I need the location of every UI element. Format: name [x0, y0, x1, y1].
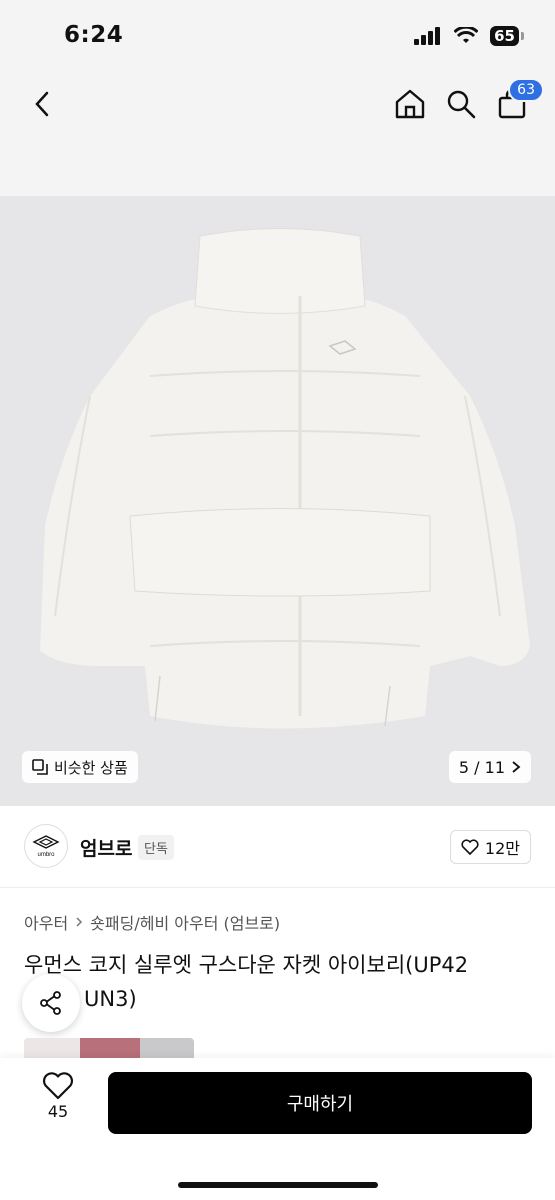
similar-products-button[interactable]: 비슷한 상품 [22, 751, 138, 783]
signal-icon [414, 27, 441, 45]
search-icon [447, 90, 476, 119]
battery-indicator: 65 [490, 26, 524, 46]
share-icon [40, 991, 61, 1015]
copy-icon [32, 759, 48, 775]
home-indicator [178, 1182, 378, 1188]
image-page-counter[interactable]: 5 / 11 [448, 751, 531, 783]
wishlist-button[interactable]: 45 [30, 1072, 86, 1121]
brand-name[interactable]: 엄브로 [80, 834, 132, 861]
cart-count-badge: 63 [508, 78, 544, 102]
similar-products-label: 비슷한 상품 [54, 758, 128, 777]
breadcrumb: 아우터 숏패딩/헤비 아우터 (엄브로) [24, 910, 280, 934]
product-title-line: UN3) [84, 987, 137, 1011]
nav-bar: 63 [0, 70, 555, 196]
brand-like-count: 12만 [484, 839, 520, 858]
thumbnail[interactable] [24, 1038, 80, 1058]
home-icon [395, 89, 425, 119]
product-title: 우먼스 코지 실루엣 구스다운 자켓 아이보리(UP42 UN3) [24, 948, 544, 1016]
product-title-line: 우먼스 코지 실루엣 구스다운 자켓 아이보리(UP42 [24, 953, 469, 977]
page-counter-text: 5 / 11 [458, 757, 505, 777]
search-button[interactable] [443, 86, 479, 122]
cart-button[interactable]: 63 [494, 78, 544, 122]
exclusive-badge: 단독 [138, 835, 174, 860]
back-button[interactable] [24, 86, 60, 122]
chevron-right-icon [512, 761, 521, 773]
heart-outline-icon [461, 839, 479, 855]
home-button[interactable] [392, 86, 428, 122]
chevron-left-icon [35, 91, 49, 117]
svg-text:umbro: umbro [37, 852, 55, 857]
breadcrumb-item[interactable]: 아우터 [24, 910, 68, 934]
bottom-action-bar: 45 구매하기 [0, 1058, 555, 1200]
umbro-logo-icon: umbro [32, 835, 60, 857]
thumbnail[interactable] [80, 1038, 140, 1058]
wishlist-count: 45 [47, 1102, 69, 1121]
status-icons: 65 [414, 26, 524, 46]
brand-logo[interactable]: umbro [24, 824, 68, 868]
share-button[interactable] [22, 974, 80, 1032]
breadcrumb-item[interactable]: 숏패딩/헤비 아우터 (엄브로) [90, 910, 280, 934]
wifi-icon [454, 27, 479, 43]
buy-button[interactable]: 구매하기 [108, 1072, 532, 1134]
related-thumbnails[interactable] [24, 1038, 194, 1058]
product-image-gallery[interactable]: 비슷한 상품 5 / 11 [0, 196, 555, 806]
brand-row: umbro 엄브로 단독 12만 [0, 806, 555, 888]
status-time: 6:24 [64, 22, 124, 48]
thumbnail[interactable] [140, 1038, 194, 1058]
chevron-right-icon [76, 917, 83, 927]
status-bar: 6:24 65 [0, 0, 555, 70]
brand-like-button[interactable]: 12만 [449, 830, 531, 864]
heart-outline-icon [42, 1072, 74, 1100]
jacket-image [40, 228, 530, 729]
